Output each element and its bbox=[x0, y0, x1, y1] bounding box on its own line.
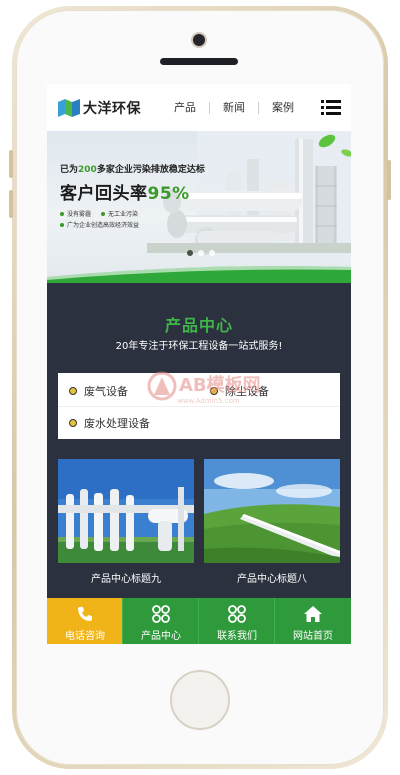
product-card[interactable]: 产品中心标题九 bbox=[58, 459, 194, 595]
logo-icon bbox=[58, 98, 80, 117]
top-nav: 产品 新闻 案例 bbox=[161, 101, 307, 114]
nav-item-products[interactable]: 产品 bbox=[161, 101, 210, 114]
watermark-logo-icon bbox=[147, 371, 177, 401]
screen: 大洋环保 产品 新闻 案例 已为200多家企业污染排放稳定达标 客户回头率95%… bbox=[47, 84, 351, 644]
tab-phone-consult[interactable]: 电话咨询 bbox=[47, 598, 123, 644]
bullet-icon bbox=[69, 387, 77, 395]
logo-text: 大洋环保 bbox=[83, 100, 141, 117]
carousel-dot[interactable] bbox=[187, 250, 193, 256]
product-caption: 产品中心标题九 bbox=[91, 574, 161, 585]
banner-green-wave bbox=[47, 266, 351, 283]
watermark: AB模板网 www.Admin5.com bbox=[147, 371, 287, 417]
product-image bbox=[58, 459, 194, 563]
tab-home[interactable]: 网站首页 bbox=[275, 598, 351, 644]
carousel-dot[interactable] bbox=[209, 250, 215, 256]
banner-headline: 客户回头率95% bbox=[60, 184, 190, 204]
banner-bullet: 无工业污染 bbox=[101, 209, 138, 218]
product-card[interactable]: 产品中心标题八 bbox=[204, 459, 340, 595]
carousel-dot[interactable] bbox=[198, 250, 204, 256]
category-item[interactable]: 废水处理设备 bbox=[69, 415, 150, 431]
home-button[interactable] bbox=[170, 670, 230, 730]
earpiece-speaker bbox=[160, 58, 238, 65]
bottom-tab-bar: 电话咨询 产品中心 联系我们 网站首页 bbox=[47, 598, 351, 644]
tab-product-center[interactable]: 产品中心 bbox=[123, 598, 199, 644]
bullet-icon bbox=[69, 419, 77, 427]
product-caption: 产品中心标题八 bbox=[237, 574, 307, 585]
volume-button bbox=[9, 190, 13, 218]
grid-icon bbox=[228, 605, 246, 623]
category-item[interactable]: 废气设备 bbox=[69, 383, 128, 399]
product-image bbox=[204, 459, 340, 563]
banner-bullet: 广为企业创造高效经济效益 bbox=[60, 219, 148, 230]
banner-line1: 已为200多家企业污染排放稳定达标 bbox=[60, 165, 205, 175]
menu-icon[interactable] bbox=[321, 100, 341, 115]
banner-bullets: 没有雾霾 无工业污染 广为企业创造高效经济效益 bbox=[60, 208, 148, 230]
front-camera bbox=[193, 34, 205, 46]
volume-button bbox=[9, 150, 13, 178]
power-button bbox=[387, 160, 391, 200]
carousel-dots bbox=[187, 250, 220, 256]
section-title: 产品中心 bbox=[164, 316, 233, 335]
phone-icon bbox=[78, 607, 92, 621]
nav-item-news[interactable]: 新闻 bbox=[210, 101, 259, 114]
site-header: 大洋环保 产品 新闻 案例 bbox=[47, 84, 351, 131]
banner-bullet: 没有雾霾 bbox=[60, 209, 91, 218]
tab-contact-us[interactable]: 联系我们 bbox=[199, 598, 275, 644]
home-icon bbox=[304, 606, 322, 622]
section-subtitle: 20年专注于环保工程设备一站式服务! bbox=[115, 341, 283, 352]
logo[interactable]: 大洋环保 bbox=[58, 98, 141, 118]
grid-icon bbox=[152, 605, 170, 623]
nav-item-cases[interactable]: 案例 bbox=[259, 101, 307, 114]
hero-banner[interactable]: 已为200多家企业污染排放稳定达标 客户回头率95% 没有雾霾 无工业污染 广为… bbox=[47, 131, 351, 283]
